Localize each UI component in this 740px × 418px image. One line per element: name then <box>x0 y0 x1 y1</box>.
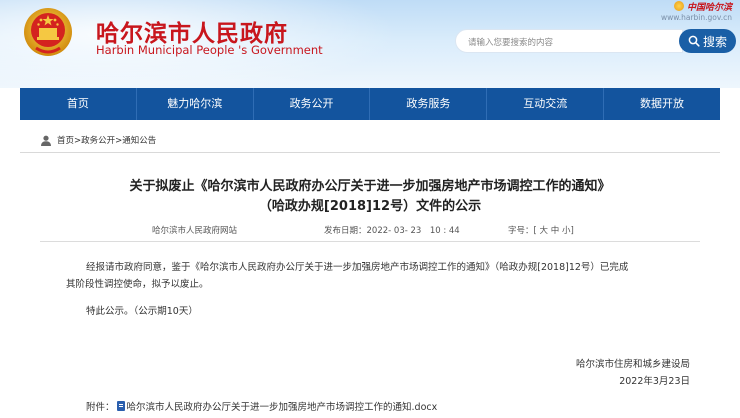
brand-name: 中国哈尔滨 <box>686 2 732 13</box>
search-input[interactable] <box>456 32 682 54</box>
nav-item-gov-affairs-open[interactable]: 政务公开 <box>254 88 371 120</box>
body-paragraph-2: 特此公示。（公示期10天） <box>86 306 198 317</box>
body-paragraph-1-line-2: 其阶段性调控使命，拟予以废止。 <box>66 279 209 290</box>
attachment-label: 附件： <box>86 402 115 413</box>
national-emblem-icon <box>24 8 72 56</box>
font-size-medium-button[interactable]: 中 <box>551 226 560 236</box>
article-date-label: 发布日期： <box>324 226 367 236</box>
font-size-bracket: ] <box>570 226 574 236</box>
brand-logo-icon <box>673 1 684 11</box>
attachment-row: 附件： 哈尔滨市人民政府办公厅关于进一步加强房地产市场调控工作的通知.docx <box>86 399 437 413</box>
brand-block[interactable]: 中国哈尔滨 www.harbin.gov.cn <box>612 0 732 22</box>
signoff-organization: 哈尔滨市住房和城乡建设局 <box>575 359 690 370</box>
breadcrumb-notices[interactable]: 通知公告 <box>122 136 156 146</box>
font-size-large-button[interactable]: 大 <box>540 226 549 236</box>
font-size-control: 字号：[ 大 中 小] <box>508 224 574 236</box>
font-size-label: 字号：[ <box>508 226 537 236</box>
nav-item-home[interactable]: 首页 <box>20 88 137 120</box>
nav-item-open-data[interactable]: 数据开放 <box>604 88 720 120</box>
search-button-label: 搜索 <box>702 34 727 49</box>
user-location-icon <box>41 135 51 146</box>
brand-url: www.harbin.gov.cn <box>661 13 732 22</box>
breadcrumb: 首页>政务公开>通知公告 <box>40 133 156 147</box>
article-meta: 哈尔滨市人民政府网站 发布日期：2022- 03- 23 10 : 44 字号：… <box>20 224 720 238</box>
article-date: 发布日期：2022- 03- 23 10 : 44 <box>324 224 460 236</box>
nav-item-charm-harbin[interactable]: 魅力哈尔滨 <box>137 88 254 120</box>
breadcrumb-divider <box>20 152 720 153</box>
attachment-link[interactable]: 哈尔滨市人民政府办公厅关于进一步加强房地产市场调控工作的通知.docx <box>127 399 438 413</box>
search-button[interactable]: 搜索 <box>679 29 736 53</box>
site-title-english: Harbin Municipal People 's Government <box>96 43 323 57</box>
word-document-icon <box>116 401 125 411</box>
meta-divider <box>40 241 700 242</box>
article-title-line-2: （哈政办规[2018]12号）文件的公示 <box>258 199 482 214</box>
search-box <box>455 29 683 54</box>
body-paragraph-1-line-1: 经报请市政府同意，鉴于《哈尔滨市人民政府办公厅关于进一步加强房地产市场调控工作的… <box>86 262 629 273</box>
article-source: 哈尔滨市人民政府网站 <box>152 226 238 236</box>
article-title-line-1: 关于拟废止《哈尔滨市人民政府办公厅关于进一步加强房地产市场调控工作的通知》 <box>129 179 611 194</box>
breadcrumb-home[interactable]: 首页 <box>57 136 74 146</box>
main-nav: 首页 魅力哈尔滨 政务公开 政务服务 互动交流 数据开放 <box>20 88 720 120</box>
nav-item-gov-services[interactable]: 政务服务 <box>370 88 488 120</box>
breadcrumb-gov-affairs-open[interactable]: 政务公开 <box>81 136 115 146</box>
search-icon <box>688 35 700 47</box>
signoff-date: 2022年3月23日 <box>619 376 690 387</box>
nav-item-interaction[interactable]: 互动交流 <box>487 88 605 120</box>
site-header: 哈尔滨市人民政府 Harbin Municipal People 's Gove… <box>0 0 740 88</box>
article-date-value: 2022- 03- 23 10 : 44 <box>366 226 460 236</box>
